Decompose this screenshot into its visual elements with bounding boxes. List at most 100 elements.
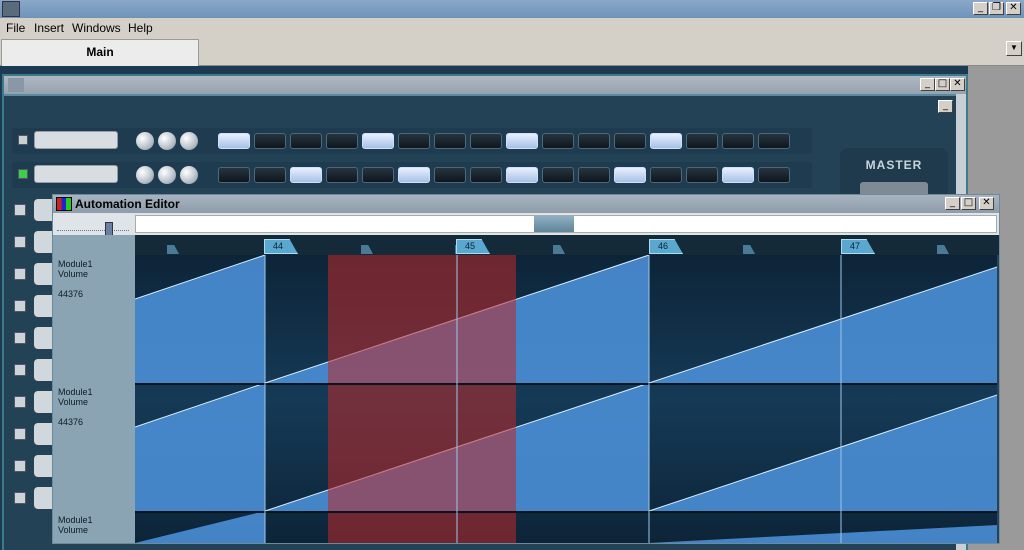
minimize-icon[interactable]: _ xyxy=(938,100,953,113)
step-pad[interactable] xyxy=(542,167,574,183)
step-pad[interactable] xyxy=(218,133,250,149)
step-pad[interactable] xyxy=(614,167,646,183)
knob[interactable] xyxy=(136,166,154,184)
step-pad[interactable] xyxy=(506,167,538,183)
knob[interactable] xyxy=(180,166,198,184)
minimize-icon[interactable]: _ xyxy=(973,2,988,15)
beat-marker xyxy=(553,245,565,254)
horizontal-scrollbar[interactable] xyxy=(135,215,997,233)
lane-label-gutter: Module1 Volume 44376 Module1 Volume 4437… xyxy=(53,235,135,543)
knob[interactable] xyxy=(180,132,198,150)
master-label: MASTER xyxy=(865,158,923,172)
lane-label: Module1 Volume 44376 xyxy=(58,387,132,427)
step-pad[interactable] xyxy=(650,133,682,149)
lane-label: Module1 Volume xyxy=(58,515,132,535)
step-pad[interactable] xyxy=(578,167,610,183)
track-name-field[interactable] xyxy=(34,165,118,183)
step-pad[interactable] xyxy=(398,167,430,183)
step-pad[interactable] xyxy=(254,167,286,183)
menu-insert[interactable]: Insert xyxy=(34,21,64,35)
minimize-icon[interactable]: _ xyxy=(920,78,935,91)
track-led[interactable] xyxy=(14,364,26,376)
step-pad[interactable] xyxy=(434,167,466,183)
close-icon[interactable]: ✕ xyxy=(950,78,965,91)
step-pad[interactable] xyxy=(758,167,790,183)
step-pad[interactable] xyxy=(506,133,538,149)
minimize-icon[interactable]: _ xyxy=(945,197,960,210)
track-led[interactable] xyxy=(18,135,28,145)
menu-bar: File Insert Windows Help xyxy=(0,18,1024,38)
automation-editor-window: Automation Editor _ □ ✕ Module1 Volume 4… xyxy=(52,194,1000,544)
step-pad[interactable] xyxy=(470,133,502,149)
restore-icon[interactable]: ❐ xyxy=(989,2,1004,15)
bar-marker[interactable]: 45 xyxy=(456,239,490,254)
track-led[interactable] xyxy=(14,428,26,440)
step-pad[interactable] xyxy=(722,133,754,149)
track-led[interactable] xyxy=(14,268,26,280)
beat-marker xyxy=(361,245,373,254)
close-icon[interactable]: ✕ xyxy=(1006,2,1021,15)
step-pad[interactable] xyxy=(218,167,250,183)
track-led[interactable] xyxy=(14,300,26,312)
track-led[interactable] xyxy=(14,236,26,248)
tab-main[interactable]: Main xyxy=(1,39,199,66)
chevron-down-icon[interactable]: ▼ xyxy=(1006,41,1022,56)
step-pad[interactable] xyxy=(290,133,322,149)
step-pad[interactable] xyxy=(578,133,610,149)
menu-file[interactable]: File xyxy=(6,21,25,35)
zoom-slider-thumb[interactable] xyxy=(105,222,113,236)
step-pad[interactable] xyxy=(326,167,358,183)
lane-divider xyxy=(135,383,997,385)
step-pad[interactable] xyxy=(614,133,646,149)
selection-region[interactable] xyxy=(328,255,516,543)
track-led[interactable] xyxy=(14,460,26,472)
bar-marker[interactable]: 47 xyxy=(841,239,875,254)
step-pad[interactable] xyxy=(434,133,466,149)
step-pad[interactable] xyxy=(398,133,430,149)
track-led[interactable] xyxy=(14,332,26,344)
step-pad[interactable] xyxy=(362,167,394,183)
step-pad[interactable] xyxy=(362,133,394,149)
step-pad[interactable] xyxy=(542,133,574,149)
beat-marker xyxy=(743,245,755,254)
track-row xyxy=(12,128,812,154)
track-led[interactable] xyxy=(14,396,26,408)
maximize-icon[interactable]: □ xyxy=(935,78,950,91)
lane-value: 44376 xyxy=(58,289,84,299)
close-icon[interactable]: ✕ xyxy=(979,197,994,210)
step-pad[interactable] xyxy=(254,133,286,149)
knob[interactable] xyxy=(136,132,154,150)
step-pad[interactable] xyxy=(326,133,358,149)
zoom-slider[interactable] xyxy=(57,219,129,236)
lane-module: Module1 xyxy=(58,387,93,397)
bar-marker[interactable]: 46 xyxy=(649,239,683,254)
knob[interactable] xyxy=(158,166,176,184)
step-pad[interactable] xyxy=(650,167,682,183)
automation-editor-toolbar xyxy=(53,213,999,236)
step-pad[interactable] xyxy=(758,133,790,149)
automation-lanes[interactable] xyxy=(135,255,997,543)
menu-help[interactable]: Help xyxy=(128,21,153,35)
step-pad[interactable] xyxy=(470,167,502,183)
track-led[interactable] xyxy=(14,492,26,504)
lane-divider xyxy=(135,511,997,513)
track-led[interactable] xyxy=(14,204,26,216)
rack-titlebar: _ □ ✕ xyxy=(4,76,966,94)
lane-param: Volume xyxy=(58,397,89,407)
app-titlebar: _ ❐ ✕ xyxy=(0,0,1024,18)
step-pad[interactable] xyxy=(290,167,322,183)
bar-marker[interactable]: 44 xyxy=(264,239,298,254)
track-led[interactable] xyxy=(18,169,28,179)
track-name-field[interactable] xyxy=(34,131,118,149)
step-pad[interactable] xyxy=(686,133,718,149)
lane-param: Volume xyxy=(58,269,89,279)
maximize-icon[interactable]: □ xyxy=(961,197,976,210)
menu-windows[interactable]: Windows xyxy=(72,21,121,35)
automation-canvas[interactable] xyxy=(135,255,997,543)
step-pad[interactable] xyxy=(686,167,718,183)
automation-editor-titlebar: Automation Editor _ □ ✕ xyxy=(53,195,999,213)
timeline-ruler[interactable]: 44 45 46 47 xyxy=(135,235,999,255)
horizontal-scrollbar-thumb[interactable] xyxy=(534,216,574,232)
step-pad[interactable] xyxy=(722,167,754,183)
knob[interactable] xyxy=(158,132,176,150)
